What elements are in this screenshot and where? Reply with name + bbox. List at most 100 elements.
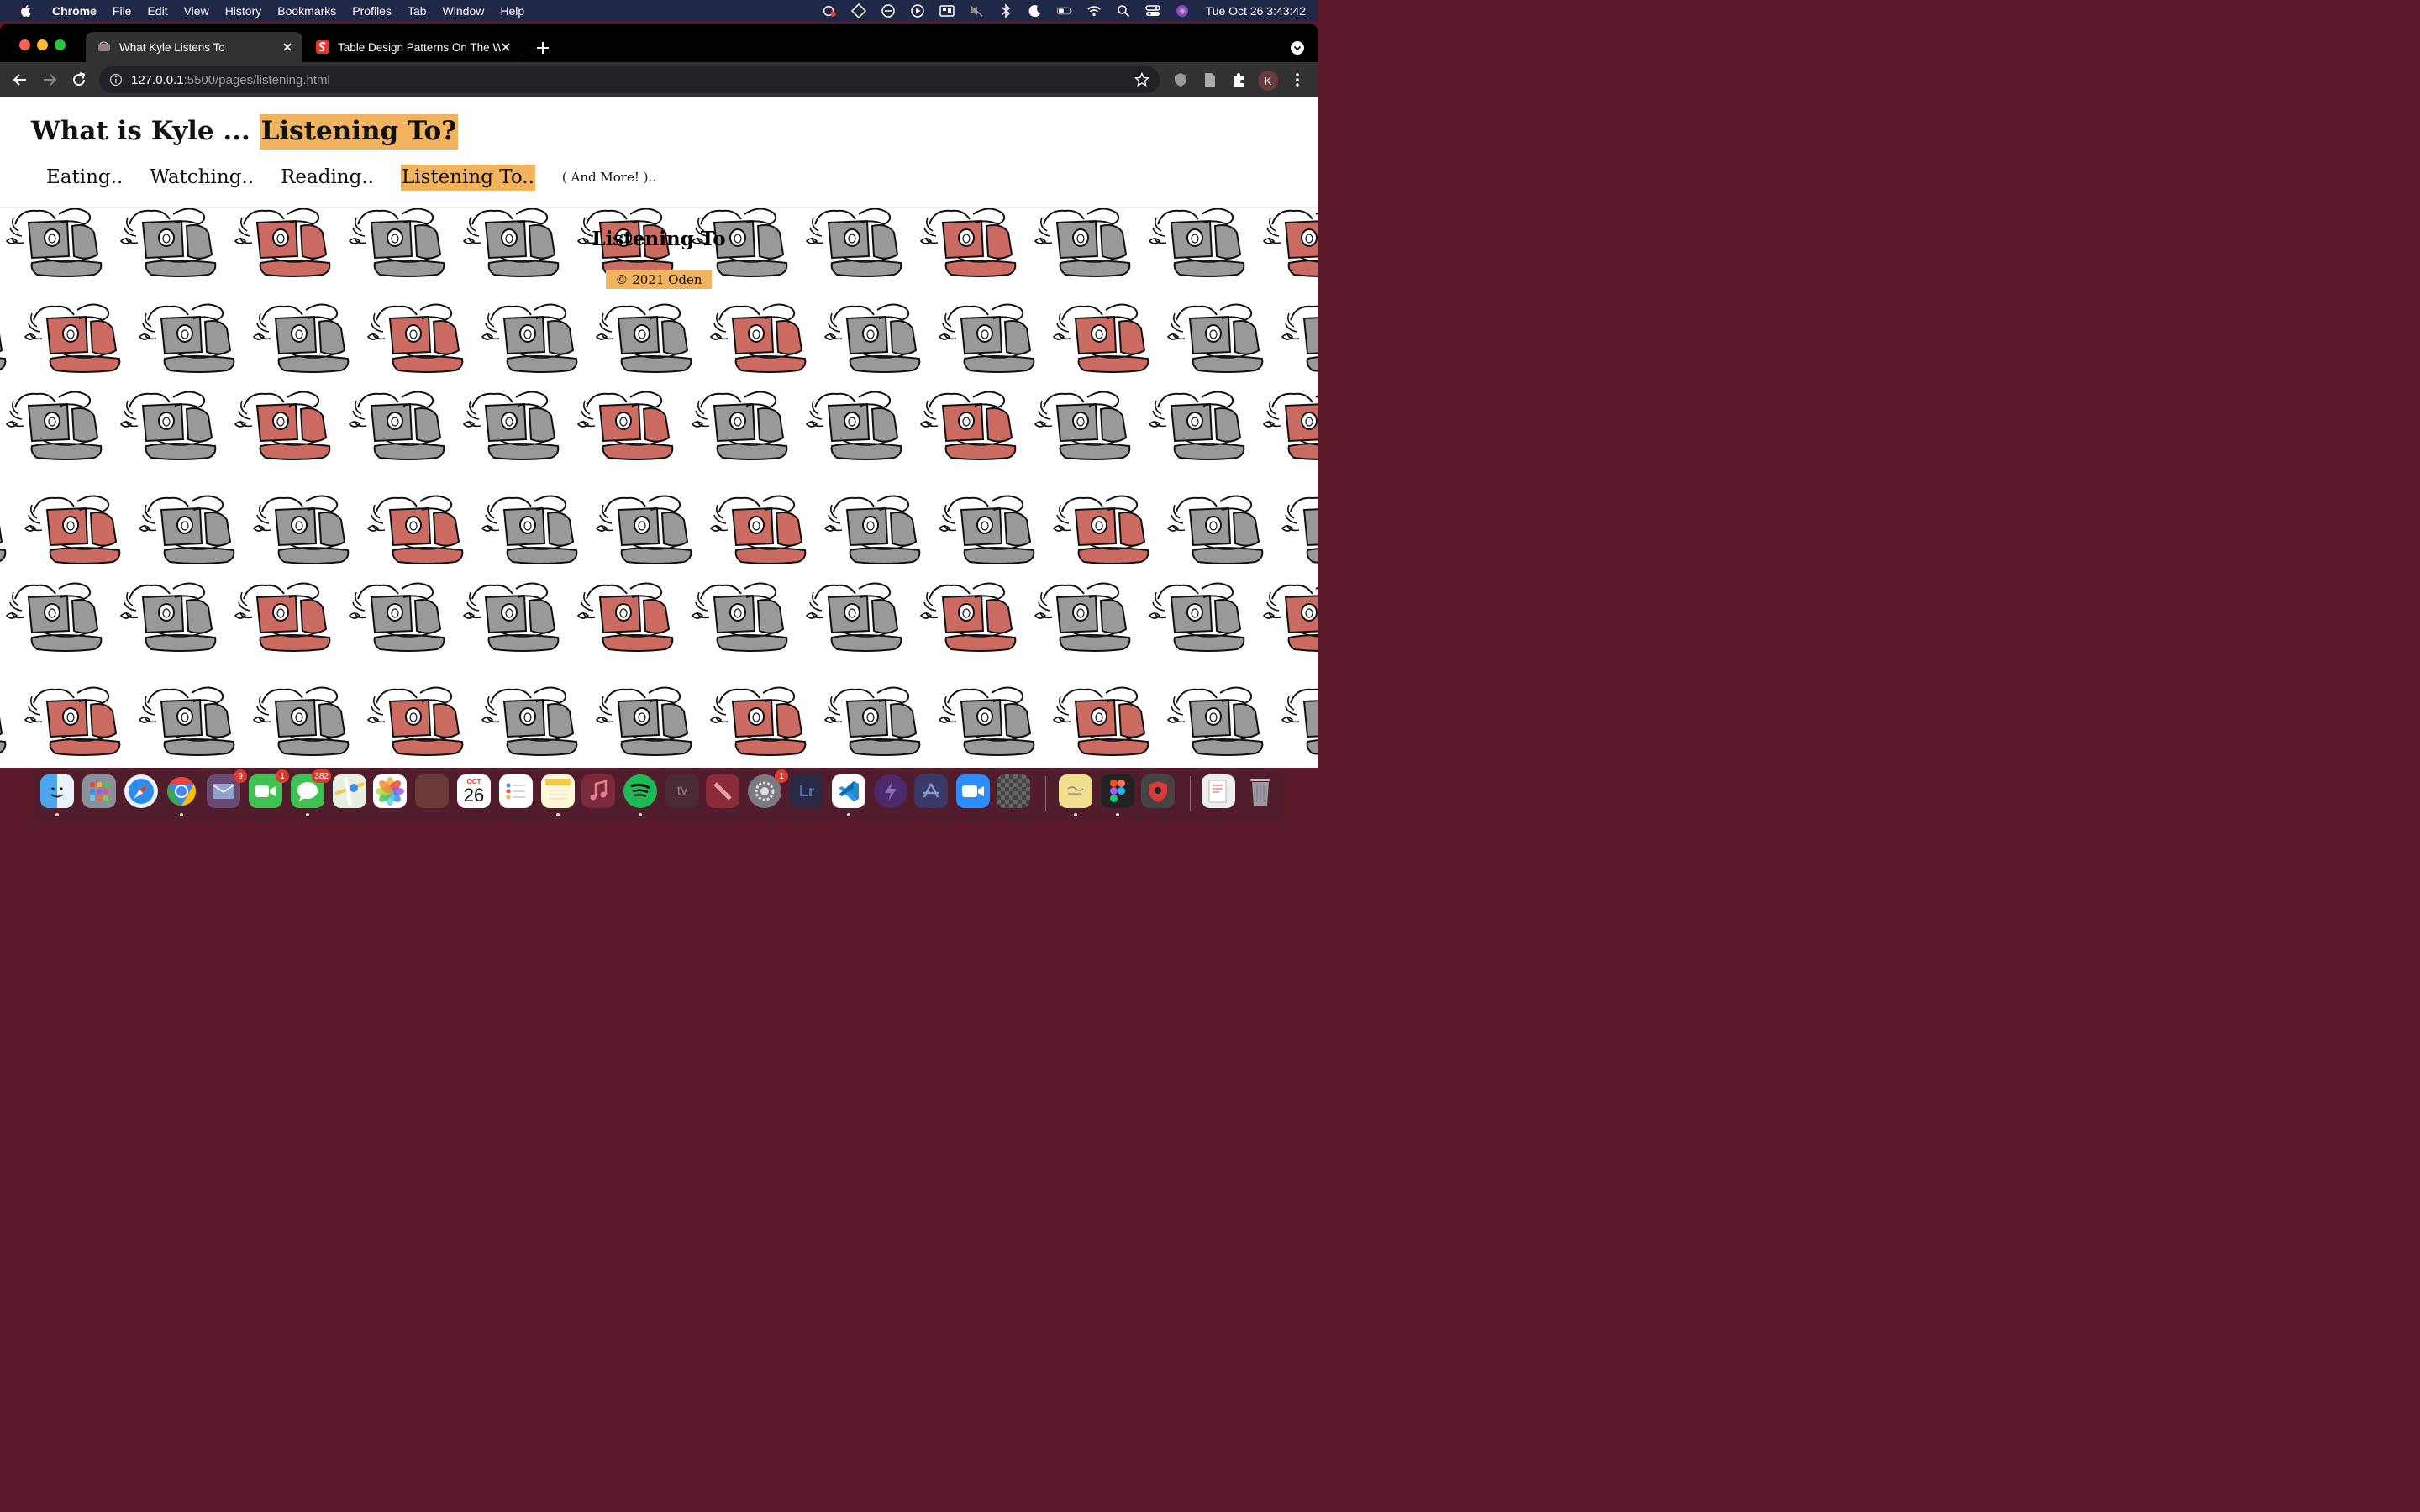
facetime-badge: 1: [276, 769, 289, 783]
extensions-puzzle-icon[interactable]: [1230, 71, 1247, 88]
nav-link-and-more[interactable]: ( And More! )..: [562, 170, 656, 185]
tab-close-icon[interactable]: [281, 40, 294, 54]
diamond-icon[interactable]: [850, 3, 866, 18]
screen-share-icon[interactable]: [939, 4, 955, 18]
boombox-pattern-illustration: [0, 207, 1318, 756]
siri-icon[interactable]: [1175, 4, 1190, 18]
music-icon[interactable]: [581, 774, 615, 808]
stickies-icon[interactable]: [1059, 774, 1092, 808]
site-nav: Eating.. Watching.. Reading.. Listening …: [46, 163, 656, 192]
battery-icon[interactable]: [1056, 4, 1072, 18]
nav-link-listening-to[interactable]: Listening To..: [400, 164, 535, 191]
menu-history[interactable]: History: [225, 4, 262, 18]
section-heading: Listening To: [592, 228, 726, 250]
bookmark-star-icon[interactable]: [1134, 72, 1150, 87]
bluetooth-icon[interactable]: [998, 3, 1013, 18]
window-close-button[interactable]: [19, 39, 30, 50]
spotify-icon[interactable]: [623, 774, 657, 808]
boombox-doodle: [366, 686, 464, 756]
dock: 9 1 382 OCT 26 tv 1 Lr: [34, 768, 1284, 822]
safari-icon[interactable]: [124, 774, 158, 808]
url-host: 127.0.0.1: [131, 72, 184, 87]
menu-window[interactable]: Window: [443, 4, 485, 18]
nav-link-eating[interactable]: Eating..: [46, 166, 123, 188]
menubar-clock[interactable]: Tue Oct 26 3:43:42: [1206, 4, 1306, 18]
boombox-doodle: [823, 686, 921, 756]
boombox-doodle: [119, 582, 217, 652]
forward-arrow-icon[interactable]: [41, 71, 58, 88]
zoom-icon[interactable]: [956, 774, 990, 808]
notes-app-dimmed-icon[interactable]: [415, 774, 449, 808]
menu-bookmarks[interactable]: Bookmarks: [277, 4, 336, 18]
menu-tab[interactable]: Tab: [408, 4, 427, 18]
sync-icon[interactable]: [881, 4, 896, 18]
nav-link-reading[interactable]: Reading..: [281, 166, 374, 188]
finder-icon[interactable]: [40, 774, 74, 808]
mail-icon[interactable]: 9: [207, 769, 247, 808]
menu-edit[interactable]: Edit: [147, 4, 167, 18]
apple-tv-icon[interactable]: tv: [666, 774, 699, 808]
trash-icon[interactable]: [1244, 774, 1277, 808]
photos-icon[interactable]: [373, 774, 407, 808]
address-bar[interactable]: 127.0.0.1:5500/pages/listening.html: [99, 66, 1160, 93]
back-arrow-icon[interactable]: [12, 71, 29, 88]
window-zoom-button[interactable]: [55, 39, 66, 50]
reload-icon[interactable]: [71, 71, 87, 88]
figma-icon[interactable]: [1101, 774, 1134, 808]
system-preferences-icon[interactable]: 1: [748, 769, 788, 808]
control-center-icon[interactable]: [1144, 4, 1160, 18]
shield-extension-icon[interactable]: [1172, 71, 1189, 88]
boombox-doodle: [709, 686, 807, 756]
window-minimize-button[interactable]: [37, 39, 48, 50]
maps-icon[interactable]: [333, 774, 366, 808]
moon-icon[interactable]: [1028, 4, 1043, 18]
downloads-stack-icon[interactable]: [1202, 774, 1235, 808]
security-shield-icon[interactable]: [1141, 774, 1175, 808]
app-store-icon[interactable]: [914, 774, 948, 808]
boombox-doodle: [1148, 582, 1245, 652]
notes-icon[interactable]: [541, 774, 575, 808]
menu-file[interactable]: File: [113, 4, 132, 18]
lightroom-icon[interactable]: Lr: [790, 774, 823, 808]
browser-toolbar: 127.0.0.1:5500/pages/listening.html K: [0, 62, 1318, 97]
nav-link-watching[interactable]: Watching..: [150, 166, 254, 188]
facetime-icon[interactable]: 1: [249, 769, 289, 808]
menu-view[interactable]: View: [184, 4, 209, 18]
calendar-icon[interactable]: OCT 26: [457, 774, 491, 808]
messages-icon[interactable]: 382: [291, 769, 331, 808]
boombox-doodle: [24, 495, 121, 564]
tab-close-icon[interactable]: [499, 40, 513, 54]
menu-profiles[interactable]: Profiles: [352, 4, 392, 18]
vscode-icon[interactable]: [832, 774, 865, 808]
menu-app-name[interactable]: Chrome: [52, 4, 97, 18]
chrome-icon[interactable]: [165, 774, 198, 808]
tab-search-chevron-icon[interactable]: [1291, 41, 1304, 55]
news-icon[interactable]: [706, 774, 739, 808]
reeder-icon[interactable]: [874, 774, 908, 808]
creative-cloud-icon[interactable]: [822, 4, 837, 18]
page-viewport: What is Kyle ... Listening To? Eating.. …: [0, 97, 1318, 768]
boombox-doodle: [691, 582, 788, 652]
site-info-icon[interactable]: [109, 73, 123, 87]
boombox-doodle: [823, 303, 921, 373]
more-menu-icon[interactable]: [1292, 71, 1303, 88]
reader-extension-icon[interactable]: [1202, 71, 1218, 88]
profile-avatar[interactable]: K: [1258, 71, 1278, 91]
boombox-doodle: [919, 582, 1017, 652]
tab-what-kyle-listens-to[interactable]: What Kyle Listens To: [86, 32, 302, 62]
spotlight-search-icon[interactable]: [1116, 4, 1131, 18]
menu-help[interactable]: Help: [500, 4, 524, 18]
menu-bar: Chrome File Edit View History Bookmarks …: [0, 0, 1318, 22]
transparency-app-icon[interactable]: [997, 774, 1030, 808]
boombox-doodle: [252, 686, 350, 756]
apple-icon[interactable]: [18, 3, 34, 18]
tab-table-design-patterns[interactable]: Table Design Patterns On The W: [304, 32, 521, 62]
boombox-doodle: [0, 333, 7, 371]
play-circle-icon[interactable]: [910, 4, 925, 18]
reminders-icon[interactable]: [499, 774, 533, 808]
mute-icon[interactable]: [969, 4, 984, 18]
wifi-icon[interactable]: [1086, 4, 1102, 18]
new-tab-plus-icon[interactable]: [535, 40, 550, 55]
tab-title: What Kyle Listens To: [119, 40, 225, 54]
launchpad-icon[interactable]: [82, 774, 116, 808]
